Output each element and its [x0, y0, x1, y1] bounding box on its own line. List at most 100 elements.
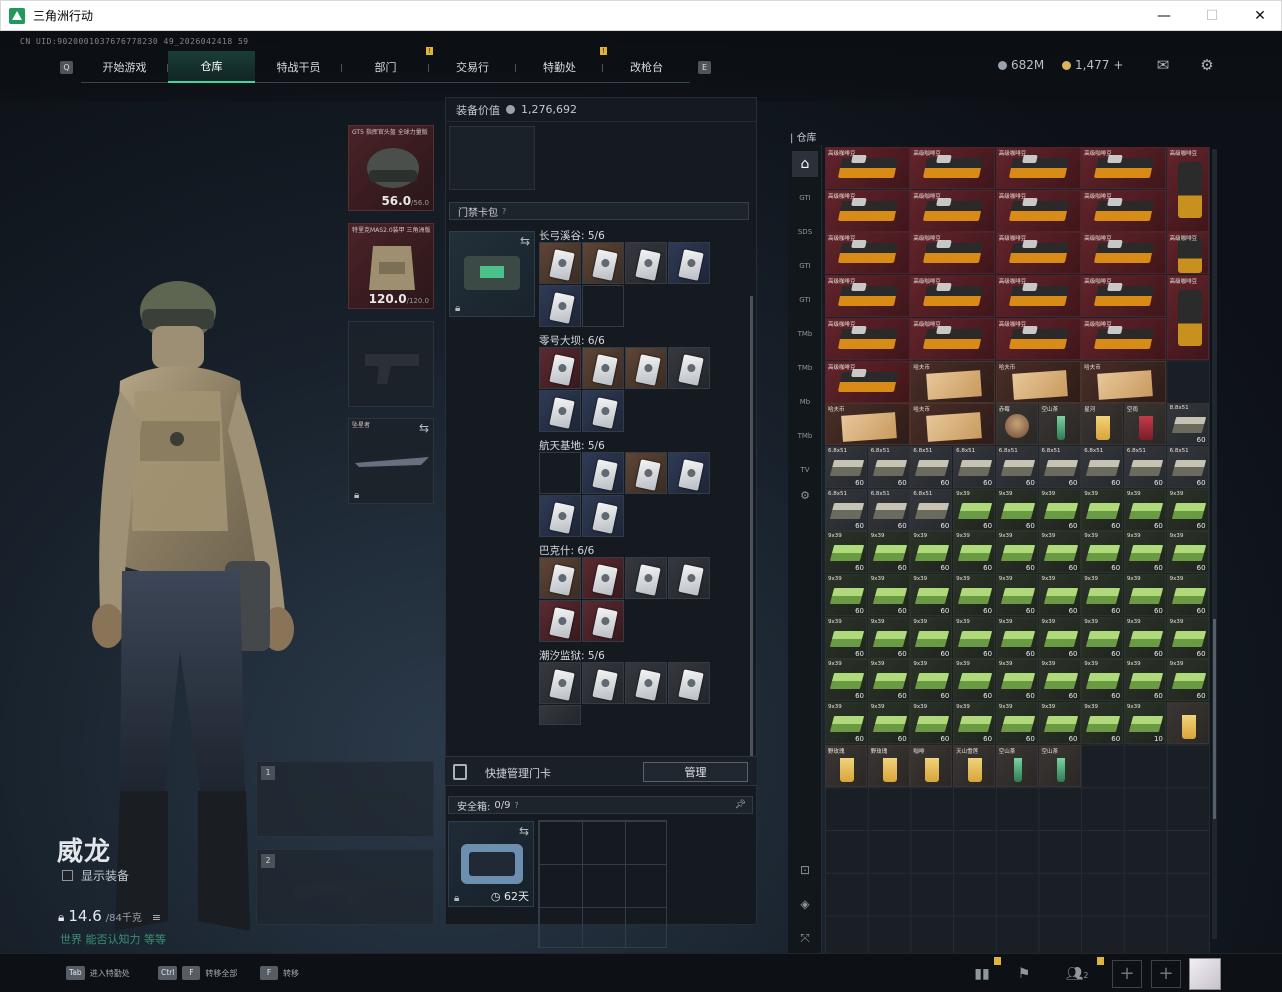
warehouse-item[interactable]: 高级咖啡豆 [995, 232, 1081, 275]
warehouse-item[interactable]: 高级咖啡豆 [995, 317, 1081, 360]
warehouse-tab[interactable]: GTI [792, 287, 818, 313]
warehouse-item[interactable]: 9x39 60 [910, 616, 953, 659]
warehouse-all-tab[interactable]: ⌂ [792, 151, 818, 177]
backpack-slot[interactable] [449, 126, 535, 190]
tab-trading[interactable]: 交易行 [429, 51, 516, 83]
warehouse-item[interactable] [1166, 702, 1209, 745]
keycard-item[interactable] [625, 662, 667, 704]
warehouse-item[interactable]: 9x39 60 [910, 531, 953, 574]
warehouse-item[interactable]: 9x39 60 [1038, 488, 1081, 531]
warehouse-item[interactable]: 6.8x51 60 [867, 445, 910, 488]
tab-start-game[interactable]: 开始游戏 [81, 51, 168, 83]
help-icon[interactable]: ? [514, 801, 518, 810]
warehouse-item[interactable]: 6.8x51 60 [1166, 445, 1209, 488]
show-equipment-toggle[interactable]: 显示装备 [62, 867, 129, 884]
warehouse-item[interactable]: 9x39 60 [1123, 531, 1166, 574]
warehouse-item[interactable]: 9x39 60 [867, 616, 910, 659]
warehouse-item[interactable]: 高级咖啡豆 [995, 275, 1081, 318]
warehouse-item[interactable]: 哈夫币 [910, 403, 996, 446]
warehouse-scrollbar[interactable] [1212, 149, 1217, 939]
warehouse-tab[interactable]: TMb [792, 321, 818, 347]
nav-prev-key[interactable]: Q [60, 60, 73, 74]
warehouse-tab[interactable]: TMb [792, 355, 818, 381]
warehouse-item[interactable]: 9x39 60 [1081, 616, 1124, 659]
warehouse-item[interactable]: 9x39 60 [953, 574, 996, 616]
warehouse-item[interactable]: 9x39 60 [825, 531, 867, 574]
keycard-empty-slot[interactable] [539, 452, 581, 494]
safebox-grid[interactable] [538, 820, 667, 948]
warehouse-item[interactable]: 9x39 60 [910, 659, 953, 702]
keycard-item[interactable] [539, 600, 581, 642]
warehouse-item[interactable]: 空雨 [1123, 403, 1166, 446]
warehouse-item[interactable]: 6.8x51 60 [995, 445, 1038, 488]
pistol-slot[interactable] [348, 321, 434, 407]
sort-icon[interactable]: ⊡ [792, 857, 818, 883]
warehouse-item[interactable]: 9x39 60 [910, 702, 953, 745]
warehouse-item[interactable]: 6.8x51 60 [825, 488, 867, 531]
warehouse-item[interactable]: 9x39 60 [953, 531, 996, 574]
invite-slot-button[interactable]: + [1151, 960, 1181, 988]
hint-transfer[interactable]: F 转移 [260, 966, 299, 980]
show-equipment-checkbox[interactable] [62, 870, 73, 881]
keycard-item[interactable] [625, 557, 667, 599]
keycard-empty-slot[interactable] [582, 285, 624, 327]
swap-icon[interactable]: ⇆ [519, 824, 529, 838]
warehouse-item[interactable]: 6.8x51 60 [953, 445, 996, 488]
keycard-item[interactable] [668, 662, 710, 704]
primary-weapon-slot[interactable]: 1 [256, 761, 434, 837]
keycard-item[interactable] [582, 390, 624, 432]
warehouse-item[interactable]: 哈夫币 [825, 403, 910, 446]
warehouse-item[interactable]: 高级咖啡豆 [1166, 147, 1209, 232]
warehouse-item[interactable]: 高级咖啡豆 [910, 147, 996, 189]
warehouse-item[interactable]: 高级咖啡豆 [825, 360, 910, 403]
warehouse-item[interactable]: 野玫瑰 [867, 744, 910, 787]
keycard-item[interactable] [539, 242, 581, 284]
warehouse-item[interactable]: 9x39 60 [867, 659, 910, 702]
warehouse-item[interactable]: 9x39 10 [1123, 702, 1166, 745]
keycard-item[interactable] [625, 242, 667, 284]
warehouse-item[interactable]: 9x39 60 [953, 659, 996, 702]
warehouse-item[interactable]: 9x39 60 [1123, 616, 1166, 659]
warehouse-item[interactable]: 9x39 60 [1081, 488, 1124, 531]
warehouse-item[interactable]: 高级咖啡豆 [1081, 189, 1167, 232]
warehouse-item[interactable]: 空山茶 [995, 744, 1038, 787]
tab-warehouse[interactable]: 仓库 [168, 51, 255, 83]
warehouse-item[interactable]: 9x39 60 [1038, 531, 1081, 574]
warehouse-item[interactable]: 9x39 60 [1123, 659, 1166, 702]
warehouse-item[interactable]: 6.8x51 60 [825, 445, 867, 488]
warehouse-item[interactable]: 9x39 60 [1081, 531, 1124, 574]
warehouse-item[interactable]: 9x39 60 [995, 488, 1038, 531]
keycard-item[interactable] [539, 390, 581, 432]
keycard-item[interactable] [625, 452, 667, 494]
keycard-item[interactable] [668, 242, 710, 284]
keycard-item[interactable] [582, 495, 624, 537]
stats-icon[interactable]: ▮▮ [970, 962, 994, 986]
keycard-item[interactable] [582, 600, 624, 642]
warehouse-tab[interactable]: GTI [792, 185, 818, 211]
warehouse-item[interactable]: 野玫瑰 [825, 744, 867, 787]
warehouse-item[interactable]: 9x39 60 [1038, 616, 1081, 659]
tab-gunsmith[interactable]: 改枪台 [603, 51, 690, 83]
hint-transfer-all[interactable]: Ctrl F 转移全部 [158, 966, 237, 980]
warehouse-item[interactable]: 9x39 60 [867, 574, 910, 616]
warehouse-item[interactable]: 9x39 60 [953, 702, 996, 745]
warehouse-item[interactable]: 空山茶 [1038, 403, 1081, 446]
warehouse-item[interactable]: 9x39 60 [1166, 488, 1209, 531]
warehouse-item[interactable]: 高级咖啡豆 [1081, 317, 1167, 360]
hint-enter-special-ops[interactable]: Tab 进入特勤处 [66, 966, 130, 980]
warehouse-item[interactable]: 高级咖啡豆 [1081, 147, 1167, 189]
keycard-item[interactable] [539, 662, 581, 704]
warehouse-item[interactable]: 9x39 60 [1166, 616, 1209, 659]
armor-slot[interactable]: 特里克MAS2.0装甲 三角洲版 120.0/120.0 [348, 223, 434, 309]
gear-icon[interactable]: ⚙ [792, 483, 818, 509]
warehouse-item[interactable]: 9x39 60 [867, 702, 910, 745]
warehouse-item[interactable]: 9x39 60 [910, 574, 953, 616]
warehouse-item[interactable]: 6.8x51 60 [910, 445, 953, 488]
keycard-item[interactable] [582, 452, 624, 494]
flag-icon[interactable]: ⚑ [1012, 962, 1036, 986]
warehouse-item[interactable]: 哈夫币 [995, 360, 1081, 403]
warehouse-tab[interactable]: GTI [792, 253, 818, 279]
warehouse-item[interactable]: 9x39 60 [1166, 574, 1209, 616]
warehouse-item[interactable]: 8.8x51 60 [1166, 403, 1209, 446]
warehouse-item[interactable]: 9x39 60 [1038, 702, 1081, 745]
